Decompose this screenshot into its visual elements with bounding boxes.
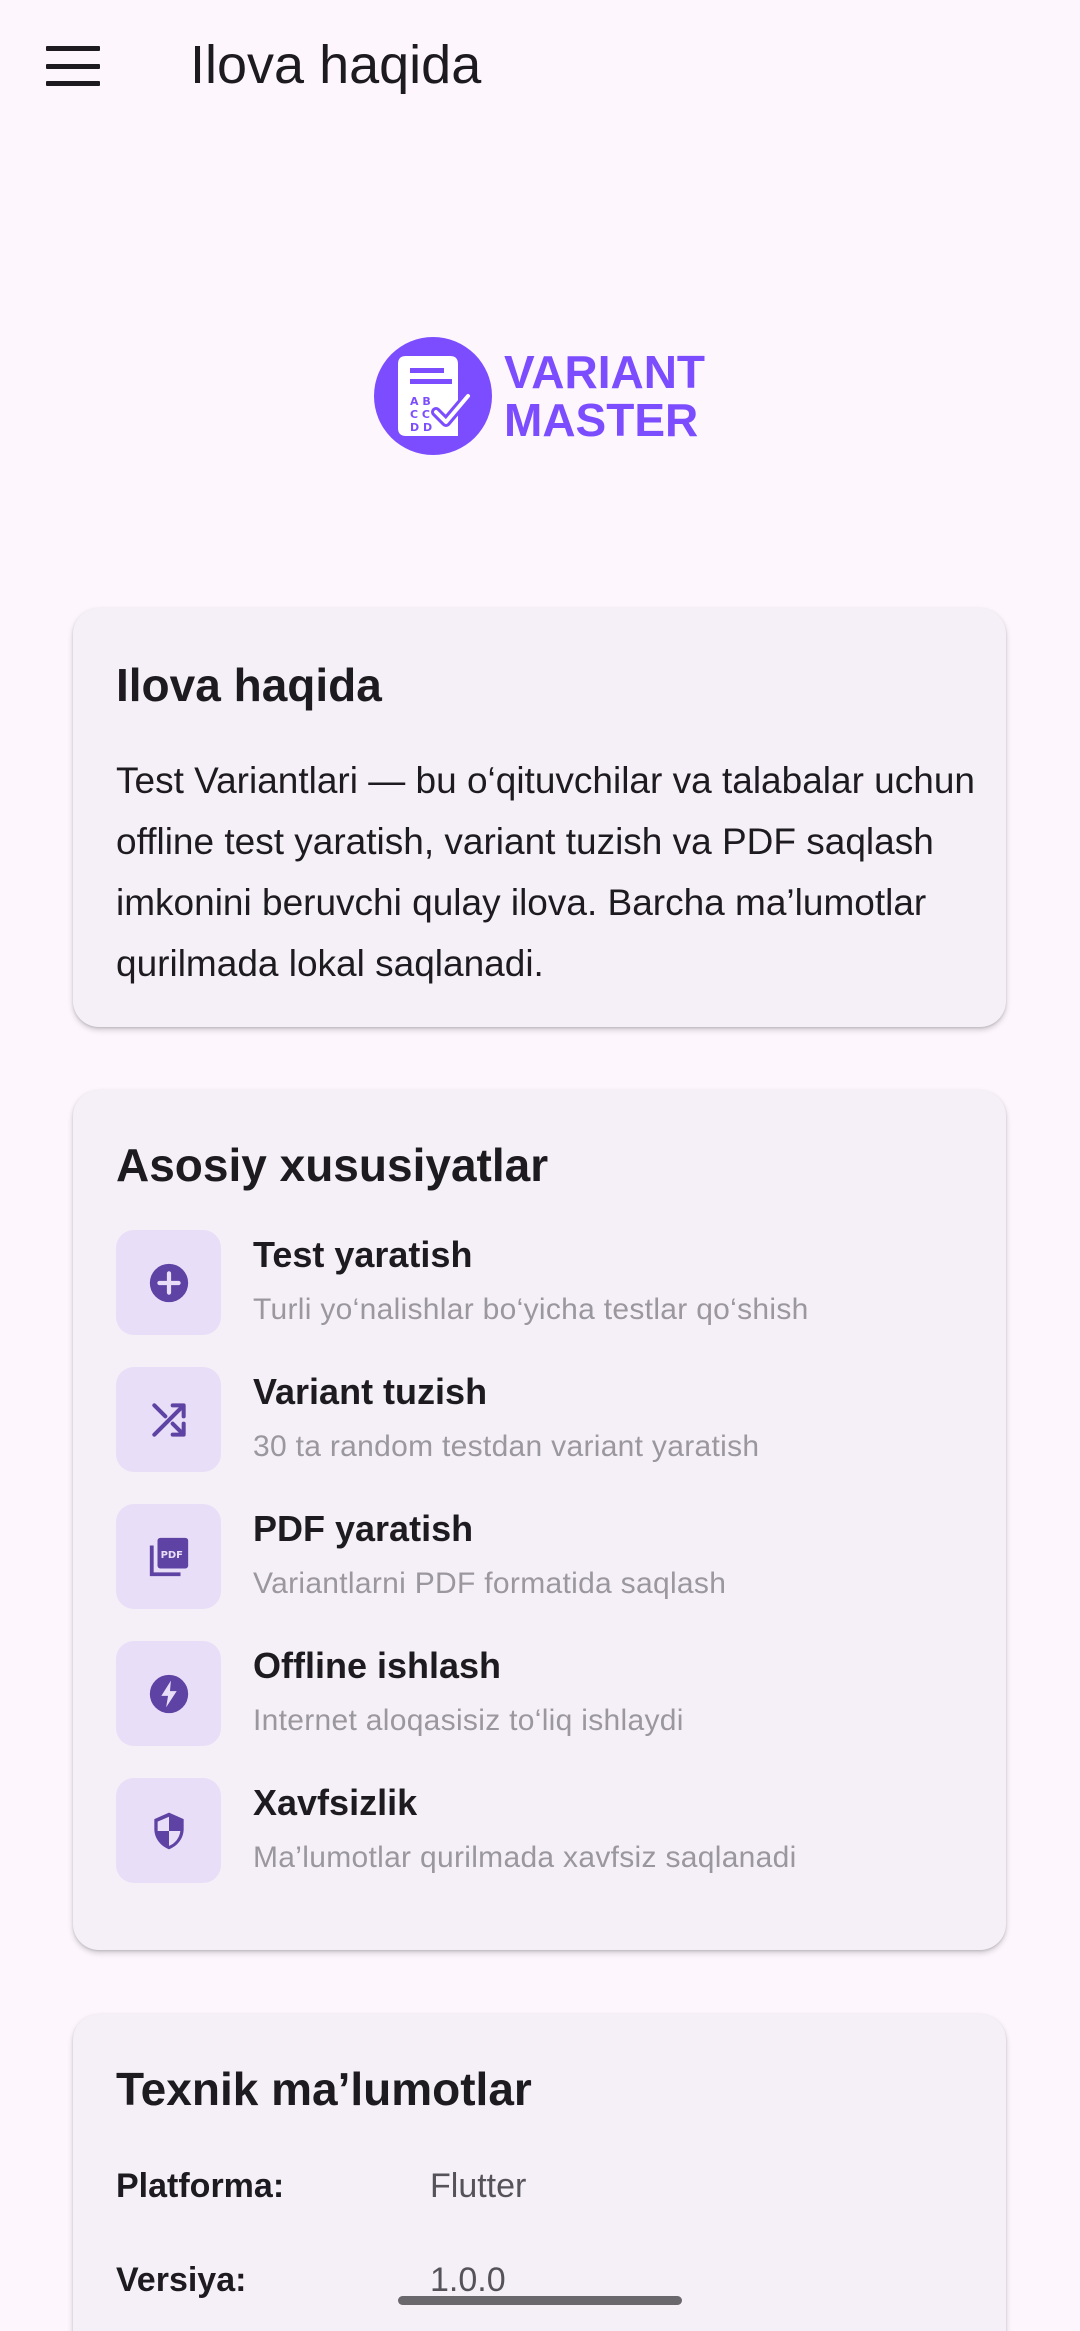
- about-description: Test Variantlari — bu o‘qituvchilar va t…: [116, 760, 975, 984]
- svg-text:C C: C C: [410, 408, 430, 421]
- feature-title: Test yaratish: [253, 1234, 473, 1275]
- feature-title: Variant tuzish: [253, 1371, 488, 1412]
- page-title: Ilova haqida: [190, 35, 482, 95]
- shield-icon: [153, 1812, 184, 1849]
- svg-text:A B: A B: [410, 395, 431, 408]
- app-logo: A B C C D D VARIANT MASTER: [374, 336, 714, 456]
- tech-card: Texnik ma’lumotlar Platforma: Flutter Ve…: [73, 2014, 1006, 2331]
- features-card-title: Asosiy xususiyatlar: [116, 1139, 549, 1191]
- feature-title: PDF yaratish: [253, 1508, 474, 1549]
- feature-title: Xavfsizlik: [253, 1782, 418, 1823]
- tech-card-title: Texnik ma’lumotlar: [116, 2063, 532, 2115]
- add-circle-icon: [149, 1263, 188, 1302]
- tech-value: Flutter: [430, 2167, 527, 2205]
- feature-title: Offline ishlash: [253, 1645, 502, 1686]
- app-bar: Ilova haqida: [0, 0, 1080, 134]
- feature-item-pdf-yaratish: PDF PDF yaratish Variantlarni PDF format…: [116, 1504, 966, 1609]
- tech-row-platform: Platforma: Flutter: [116, 2167, 966, 2217]
- shuffle-icon: [151, 1402, 186, 1437]
- feature-item-variant-tuzish: Variant tuzish 30 ta random testdan vari…: [116, 1367, 966, 1472]
- feature-subtitle: Variantlarni PDF formatida saqlash: [253, 1567, 727, 1600]
- menu-icon[interactable]: [46, 46, 100, 86]
- pdf-icon: PDF: [149, 1537, 188, 1576]
- feature-item-offline-ishlash: Offline ishlash Internet aloqasisiz to‘l…: [116, 1641, 966, 1746]
- tech-value: 1.0.0: [430, 2261, 506, 2299]
- feature-item-xavfsizlik: Xavfsizlik Ma’lumotlar qurilmada xavfsiz…: [116, 1778, 966, 1883]
- svg-text:D D: D D: [410, 421, 432, 434]
- about-card: Ilova haqida Test Variantlari — bu o‘qit…: [73, 608, 1006, 1027]
- bolt-icon: [149, 1674, 188, 1713]
- home-indicator[interactable]: [398, 2296, 682, 2305]
- features-card: Asosiy xususiyatlar Test yaratish Turli …: [73, 1090, 1006, 1950]
- feature-subtitle: Turli yo‘nalishlar bo‘yicha testlar qo‘s…: [253, 1293, 809, 1326]
- about-card-title: Ilova haqida: [116, 659, 382, 711]
- svg-text:PDF: PDF: [160, 1550, 182, 1561]
- tech-label: Platforma:: [116, 2167, 285, 2205]
- feature-subtitle: Internet aloqasisiz to‘liq ishlaydi: [253, 1704, 684, 1737]
- feature-subtitle: 30 ta random testdan variant yaratish: [253, 1430, 760, 1463]
- feature-subtitle: Ma’lumotlar qurilmada xavfsiz saqlanadi: [253, 1841, 797, 1874]
- logo-wordmark: VARIANT MASTER: [504, 346, 706, 446]
- logo-document-check-icon: A B C C D D: [374, 337, 492, 455]
- tech-label: Versiya:: [116, 2261, 247, 2299]
- feature-item-test-yaratish: Test yaratish Turli yo‘nalishlar bo‘yich…: [116, 1230, 966, 1335]
